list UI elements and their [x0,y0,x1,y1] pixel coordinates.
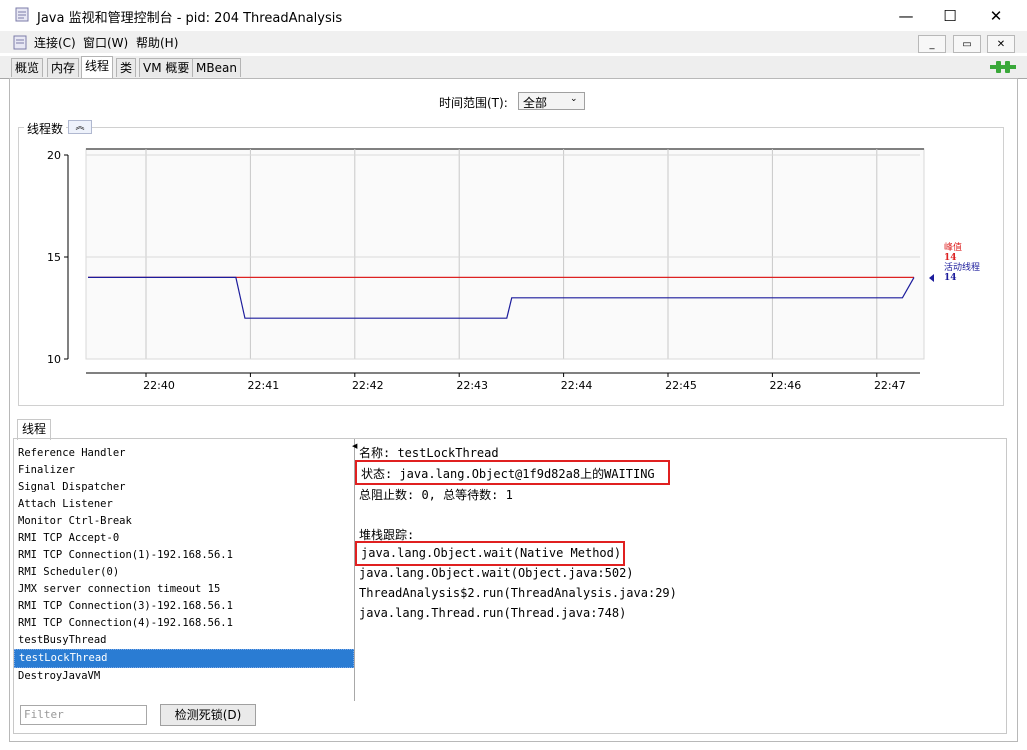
y-tick-label: 10 [47,353,61,366]
thread-state: 状态: java.lang.Object@1f9d82a8上的WAITING [355,460,670,485]
stack-frame: java.lang.Object.wait(Object.java:502) [359,566,634,580]
minimize-button[interactable]: — [883,0,929,31]
thread-list-item[interactable]: Finalizer [14,462,354,479]
x-tick-label: 22:42 [352,379,384,392]
stack-frame: java.lang.Thread.run(Thread.java:748) [359,606,627,620]
x-tick-label: 22:47 [874,379,906,392]
detect-deadlock-button[interactable]: 检测死锁(D) [160,704,256,726]
thread-list-item[interactable]: Reference Handler [14,445,354,462]
thread-list-item[interactable]: testBusyThread [14,632,354,649]
thread-list-item[interactable]: testLockThread [14,649,354,668]
x-tick-label: 22:43 [456,379,488,392]
mdi-restore-button[interactable]: ▭ [953,35,981,53]
close-button[interactable]: ✕ [973,0,1019,31]
thread-list-item[interactable]: RMI TCP Accept-0 [14,530,354,547]
stack-frame: java.lang.Object.wait(Native Method) [355,541,625,566]
tab-overview[interactable]: 概览 [11,58,44,77]
thread-list-item[interactable]: Attach Listener [14,496,354,513]
thread-name: 名称: testLockThread [359,446,499,460]
tab-mbean[interactable]: MBean [192,58,241,77]
mdi-close-button[interactable]: ✕ [987,35,1015,53]
splitter-arrow-icon[interactable]: ◀ [352,442,357,450]
menu-help[interactable]: 帮助(H) [136,34,178,51]
menu-window[interactable]: 窗口(W) [83,34,128,51]
legend-marker-arrow [929,274,934,282]
thread-list-item[interactable]: RMI TCP Connection(3)-192.168.56.1 [14,598,354,615]
java-app-icon [14,7,30,23]
threads-section-tab[interactable]: 线程 [17,419,52,440]
title-bar: Java 监视和管理控制台 - pid: 204 ThreadAnalysis … [0,0,1027,32]
x-tick-label: 22:40 [143,379,175,392]
legend-peak-value: 14 [944,253,957,263]
menu-connection[interactable]: 连接(C) [34,34,76,51]
y-tick-label: 15 [47,251,61,264]
time-range-value: 全部 [523,96,548,110]
legend-peak-label: 峰值 [944,241,962,253]
thread-list[interactable]: Reference Handler Finalizer Signal Dispatc… [14,439,354,701]
tab-vm-summary[interactable]: VM 概要 [139,58,194,77]
maximize-button[interactable]: ☐ [927,0,973,31]
y-tick-label: 20 [47,149,61,162]
legend-live-label: 活动线程 [944,261,980,273]
time-range-select[interactable]: 全部 ⌄ [518,92,585,110]
thread-list-item[interactable]: RMI TCP Connection(4)-192.168.56.1 [14,615,354,632]
mdi-minimize-button[interactable]: _ [918,35,946,53]
tab-memory[interactable]: 内存 [47,58,80,77]
thread-count-chart: 22:40 22:41 22:42 22:43 22:44 22:45 22:46 22:47… [47,148,980,392]
tab-classes[interactable]: 类 [116,58,137,77]
x-tick-label: 22:46 [770,379,802,392]
thread-list-item[interactable]: DestroyJavaVM [14,668,354,685]
chevron-down-icon: ⌄ [570,94,578,104]
stack-frame: ThreadAnalysis$2.run(ThreadAnalysis.java… [359,586,677,600]
filter-input[interactable]: Filter [20,705,147,725]
x-tick-label: 22:41 [248,379,280,392]
connection-status-icon [990,60,1016,74]
thread-counts: 总阻止数: 0, 总等待数: 1 [359,488,513,502]
tab-threads[interactable]: 线程 [81,56,114,78]
window-title: Java 监视和管理控制台 - pid: 204 ThreadAnalysis [37,11,343,26]
thread-list-item[interactable]: Monitor Ctrl-Break [14,513,354,530]
menu-bar: 连接(C) 窗口(W) 帮助(H) [0,31,1027,53]
thread-list-item[interactable]: RMI Scheduler(0) [14,564,354,581]
thread-list-item[interactable]: Signal Dispatcher [14,479,354,496]
thread-list-item[interactable]: JMX server connection timeout 15 [14,581,354,598]
x-tick-label: 22:44 [561,379,593,392]
time-range-label: 时间范围(T): [439,96,508,110]
document-icon [12,35,28,51]
x-tick-label: 22:45 [665,379,697,392]
thread-list-item[interactable]: RMI TCP Connection(1)-192.168.56.1 [14,547,354,564]
plot-area [85,148,925,360]
legend-live-value: 14 [944,273,957,283]
